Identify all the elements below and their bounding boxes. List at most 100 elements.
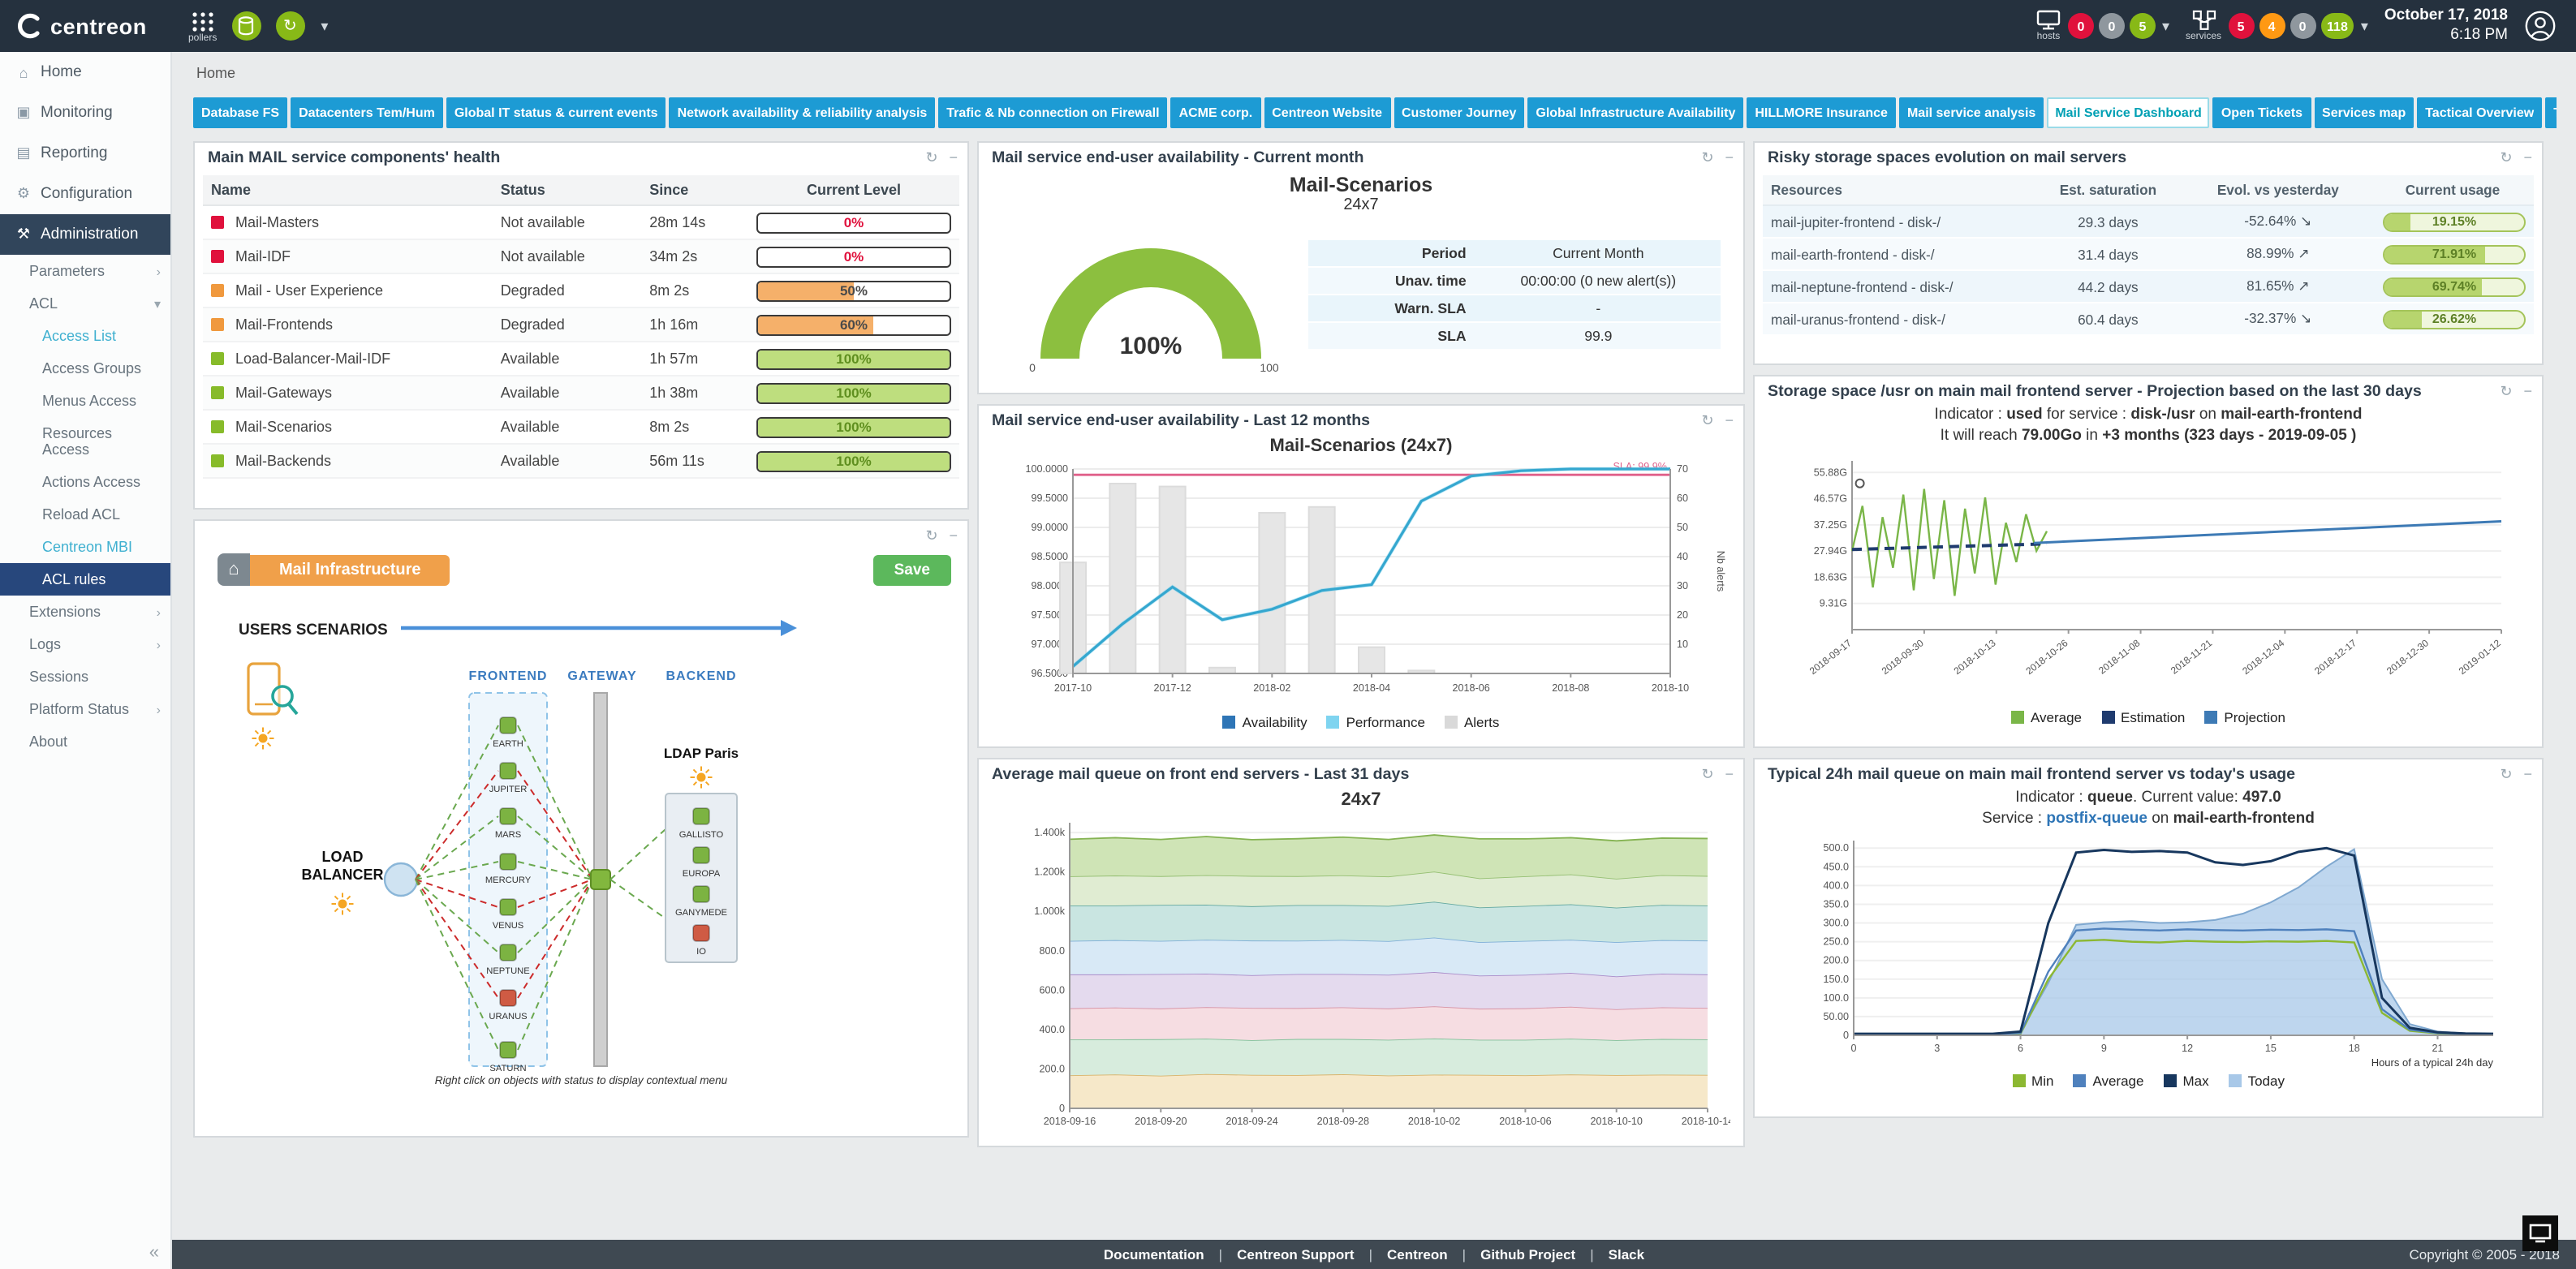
collapse-icon[interactable]: −	[1725, 149, 1734, 167]
sidebar-item-actions-access[interactable]: Actions Access	[0, 466, 170, 498]
sidebar-item-platform-status[interactable]: Platform Status›	[0, 693, 170, 725]
tab-services-map[interactable]: Services map	[2314, 97, 2414, 128]
table-row-mail-uranus-frontend-disk[interactable]: mail-uranus-frontend - disk-/60.4 days-3…	[1763, 303, 2534, 335]
tab-hillmore-insurance[interactable]: HILLMORE Insurance	[1747, 97, 1896, 128]
chevron-down-icon[interactable]: ▾	[321, 17, 328, 35]
tab-mail-service-dashboard[interactable]: Mail Service Dashboard	[2047, 97, 2210, 128]
sidebar-item-home[interactable]: ⌂Home	[0, 52, 170, 92]
sidebar-item-reload-acl[interactable]: Reload ACL	[0, 498, 170, 531]
collapse-icon[interactable]: −	[2523, 766, 2532, 784]
refresh-icon[interactable]: ↻	[1701, 412, 1713, 430]
tab-open-tickets[interactable]: Open Tickets	[2213, 97, 2311, 128]
centreon-logo[interactable]: centreon	[0, 13, 172, 39]
table-row-mail-neptune-frontend-disk[interactable]: mail-neptune-frontend - disk-/44.2 days8…	[1763, 270, 2534, 303]
table-row-mail-idf[interactable]: Mail-IDFNot available34m 2s0%	[203, 239, 959, 273]
services-badge-0[interactable]: 5	[2228, 13, 2254, 39]
chevron-down-icon[interactable]: ▾	[2361, 17, 2368, 35]
hosts-badge-0[interactable]: 0	[2068, 13, 2094, 39]
tab-tactical-overview[interactable]: Tactical Overview	[2417, 97, 2542, 128]
footer-link-centreon[interactable]: Centreon	[1387, 1246, 1448, 1263]
tab-top-10[interactable]: Top 10	[2545, 97, 2557, 128]
sidebar-item-resources-access[interactable]: Resources Access	[0, 417, 170, 466]
footer-link-slack[interactable]: Slack	[1609, 1246, 1644, 1263]
table-row-mail-masters[interactable]: Mail-MastersNot available28m 14s0%	[203, 205, 959, 239]
tab-datacenters-tem-hum[interactable]: Datacenters Tem/Hum	[291, 97, 443, 128]
tab-database-fs[interactable]: Database FS	[193, 97, 287, 128]
sidebar-item-administration[interactable]: ⚒Administration	[0, 214, 170, 255]
infra-title-pill[interactable]: Mail Infrastructure	[250, 554, 450, 585]
frontend-node-neptune[interactable]	[500, 944, 516, 961]
footer-link-github-project[interactable]: Github Project	[1480, 1246, 1575, 1263]
refresh-icon[interactable]: ↻	[1701, 149, 1713, 167]
backend-node-ganymede[interactable]	[693, 886, 709, 902]
sidebar-item-configuration[interactable]: ⚙Configuration	[0, 174, 170, 214]
sidebar-item-about[interactable]: About	[0, 725, 170, 758]
sidebar-item-centreon-mbi[interactable]: Centreon MBI	[0, 531, 170, 563]
frontend-node-uranus[interactable]	[500, 990, 516, 1006]
sidebar-item-sessions[interactable]: Sessions	[0, 660, 170, 693]
services-badge-1[interactable]: 4	[2259, 13, 2285, 39]
table-row-mail-earth-frontend-disk[interactable]: mail-earth-frontend - disk-/31.4 days88.…	[1763, 238, 2534, 270]
frontend-node-jupiter[interactable]	[500, 763, 516, 779]
gateway-node[interactable]	[591, 870, 610, 889]
backend-node-europa[interactable]	[693, 847, 709, 863]
refresh-icon[interactable]: ↻	[1701, 766, 1713, 784]
tab-mail-service-analysis[interactable]: Mail service analysis	[1899, 97, 2044, 128]
tab-global-it-status-current-events[interactable]: Global IT status & current events	[446, 97, 666, 128]
refresh-icon[interactable]: ↻	[925, 149, 937, 167]
sidebar-item-parameters[interactable]: Parameters›	[0, 255, 170, 287]
tab-acme-corp[interactable]: ACME corp.	[1171, 97, 1261, 128]
sidebar-item-acl[interactable]: ACL▾	[0, 287, 170, 320]
collapse-icon[interactable]: −	[1725, 766, 1734, 784]
table-row-mail-frontends[interactable]: Mail-FrontendsDegraded1h 16m60%	[203, 308, 959, 342]
refresh-icon[interactable]: ↻	[2500, 383, 2512, 401]
tab-customer-journey[interactable]: Customer Journey	[1394, 97, 1524, 128]
table-row-mail-user-experience[interactable]: Mail - User ExperienceDegraded8m 2s50%	[203, 273, 959, 308]
services-badge-3[interactable]: 118	[2320, 13, 2354, 39]
backend-node-io[interactable]	[693, 925, 709, 941]
sidebar-item-access-groups[interactable]: Access Groups	[0, 352, 170, 385]
pollers-status[interactable]: pollers	[188, 9, 217, 43]
services-badge-2[interactable]: 0	[2290, 13, 2315, 39]
load-balancer-node[interactable]	[385, 863, 417, 896]
sidebar-item-acl-rules[interactable]: ACL rules	[0, 563, 170, 596]
tab-centreon-website[interactable]: Centreon Website	[1264, 97, 1390, 128]
sidebar-collapse-icon[interactable]: «	[149, 1243, 159, 1263]
breadcrumb[interactable]: Home	[196, 65, 2557, 81]
frontend-node-mercury[interactable]	[500, 854, 516, 870]
table-row-mail-scenarios[interactable]: Mail-ScenariosAvailable8m 2s100%	[203, 410, 959, 444]
sidebar-item-menus-access[interactable]: Menus Access	[0, 385, 170, 417]
save-button[interactable]: Save	[873, 554, 951, 585]
frontend-node-earth[interactable]	[500, 717, 516, 733]
table-row-mail-gateways[interactable]: Mail-GatewaysAvailable1h 38m100%	[203, 376, 959, 410]
sidebar-item-monitoring[interactable]: ▣Monitoring	[0, 92, 170, 133]
home-icon[interactable]: ⌂	[218, 553, 250, 586]
fullscreen-toggle[interactable]	[2522, 1215, 2558, 1251]
frontend-node-saturn[interactable]	[500, 1042, 516, 1058]
table-row-mail-backends[interactable]: Mail-BackendsAvailable56m 11s100%	[203, 444, 959, 478]
collapse-icon[interactable]: −	[949, 149, 958, 167]
collapse-icon[interactable]: −	[2523, 383, 2532, 401]
database-status-icon[interactable]	[231, 11, 261, 41]
user-profile-icon[interactable]	[2524, 10, 2557, 42]
sidebar-item-access-list[interactable]: Access List	[0, 320, 170, 352]
refresh-icon[interactable]: ↻	[2500, 149, 2512, 167]
table-row-mail-jupiter-frontend-disk[interactable]: mail-jupiter-frontend - disk-/29.3 days-…	[1763, 205, 2534, 238]
footer-link-documentation[interactable]: Documentation	[1104, 1246, 1204, 1263]
tab-network-availability-reliability-analysis[interactable]: Network availability & reliability analy…	[670, 97, 936, 128]
collapse-icon[interactable]: −	[2523, 149, 2532, 167]
refresh-icon[interactable]: ↻	[2500, 766, 2512, 784]
refresh-icon[interactable]: ↻	[925, 527, 937, 545]
sidebar-item-extensions[interactable]: Extensions›	[0, 596, 170, 628]
backend-node-gallisto[interactable]	[693, 808, 709, 824]
collapse-icon[interactable]: −	[1725, 412, 1734, 430]
tab-trafic-nb-connection-on-firewall[interactable]: Trafic & Nb connection on Firewall	[938, 97, 1167, 128]
tab-global-infrastructure-availability[interactable]: Global Infrastructure Availability	[1527, 97, 1743, 128]
frontend-node-venus[interactable]	[500, 899, 516, 915]
frontend-node-mars[interactable]	[500, 808, 516, 824]
latency-status-icon[interactable]: ↻	[275, 11, 304, 41]
sidebar-item-logs[interactable]: Logs›	[0, 628, 170, 660]
chevron-down-icon[interactable]: ▾	[2162, 17, 2169, 35]
hosts-badge-2[interactable]: 5	[2130, 13, 2156, 39]
footer-link-centreon-support[interactable]: Centreon Support	[1237, 1246, 1355, 1263]
